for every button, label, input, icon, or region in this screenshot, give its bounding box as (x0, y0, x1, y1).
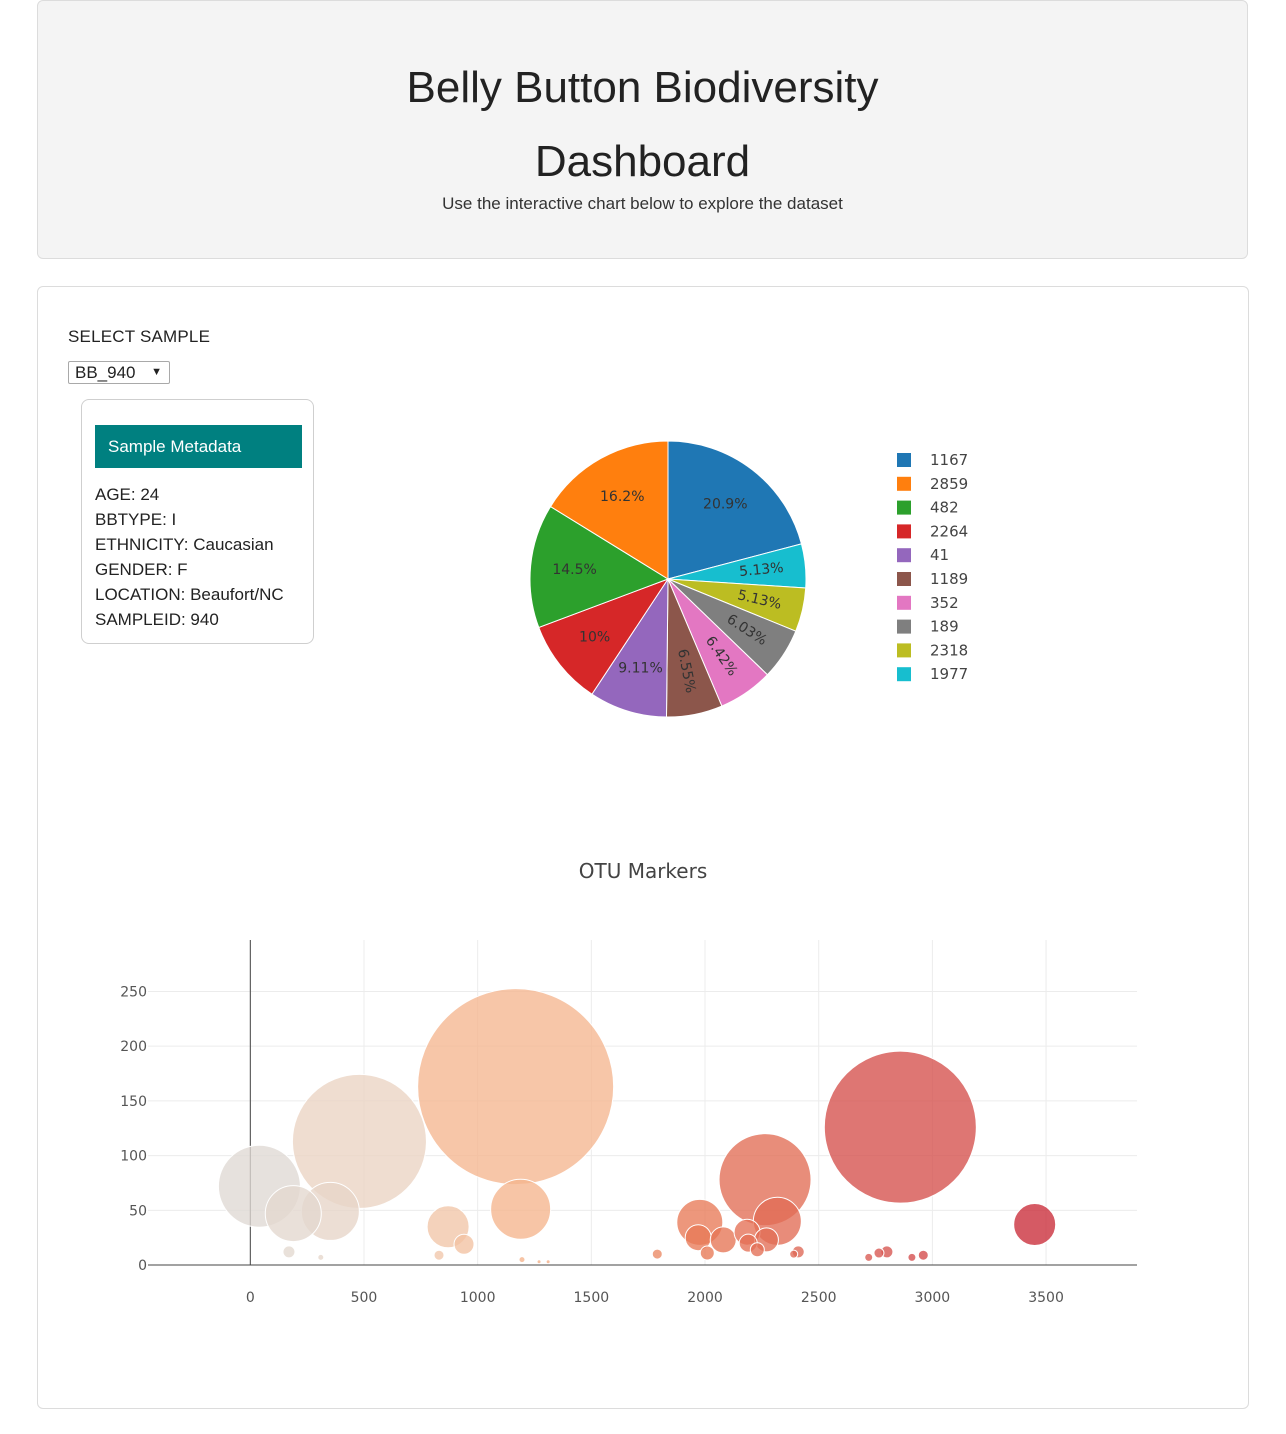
page-title-line-1: Belly Button Biodiversity (406, 63, 879, 112)
metadata-location: LOCATION: Beaufort/NC (95, 585, 284, 604)
bubble-marker[interactable] (864, 1252, 874, 1262)
legend-label-2264[interactable]: 2264 (930, 522, 968, 540)
bubble-marker[interactable] (317, 1253, 325, 1261)
bubble-marker[interactable] (709, 1226, 737, 1254)
legend-label-1167[interactable]: 1167 (930, 451, 968, 469)
bubble-marker[interactable] (651, 1248, 663, 1260)
select-sample-label: SELECT SAMPLE (68, 327, 211, 346)
y-tick-label: 100 (120, 1149, 147, 1165)
pie-slice-label-2264: 10% (579, 629, 610, 645)
pie-chart[interactable]: 20.9%5.13%5.13%6.03%6.42%6.55%9.11%10%14… (500, 420, 1020, 740)
legend-label-2859[interactable]: 2859 (930, 475, 968, 493)
sample-metadata-list: AGE: 24 BBTYPE: I ETHNICITY: Caucasian G… (95, 482, 284, 632)
bubble-marker[interactable] (264, 1185, 322, 1243)
header-jumbotron: Belly Button Biodiversity Dashboard Use … (37, 0, 1248, 259)
legend-label-482[interactable]: 482 (930, 499, 959, 517)
dropdown-arrow-icon: ▼ (151, 366, 162, 378)
bubble-marker[interactable] (699, 1245, 715, 1261)
bubble-marker[interactable] (282, 1245, 296, 1259)
pie-slice-label-41: 9.11% (618, 661, 662, 677)
pie-slice-label-1167: 20.9% (703, 497, 747, 513)
legend-swatch-2264[interactable] (897, 524, 911, 539)
legend-label-1189[interactable]: 1189 (930, 570, 968, 588)
bubble-marker[interactable] (490, 1178, 552, 1240)
x-tick-label: 1000 (460, 1290, 496, 1306)
bubble-marker[interactable] (749, 1242, 765, 1258)
metadata-gender: GENDER: F (95, 560, 188, 579)
bubble-marker[interactable] (789, 1249, 799, 1259)
legend-swatch-41[interactable] (897, 548, 911, 563)
x-tick-label: 2500 (801, 1290, 837, 1306)
legend-label-1977[interactable]: 1977 (930, 665, 968, 683)
legend-swatch-482[interactable] (897, 500, 911, 515)
page-title: Belly Button Biodiversity Dashboard (38, 51, 1247, 199)
legend-swatch-1189[interactable] (897, 572, 911, 586)
x-tick-label: 3000 (915, 1290, 951, 1306)
bubble-marker[interactable] (873, 1247, 885, 1259)
y-tick-label: 200 (120, 1039, 147, 1055)
y-tick-label: 150 (120, 1094, 147, 1110)
bubble-marker[interactable] (433, 1249, 445, 1261)
metadata-age: AGE: 24 (95, 485, 160, 504)
bubble-marker[interactable] (453, 1233, 475, 1255)
page-subtitle: Use the interactive chart below to explo… (442, 194, 843, 213)
x-tick-label: 1500 (574, 1290, 610, 1306)
sample-metadata-title: Sample Metadata (95, 425, 302, 468)
x-tick-label: 0 (246, 1290, 255, 1306)
bubble-marker[interactable] (545, 1259, 551, 1265)
legend-swatch-2318[interactable] (897, 643, 911, 658)
page-title-line-2: Dashboard (534, 137, 751, 186)
metadata-sampleid: SAMPLEID: 940 (95, 610, 219, 629)
metadata-ethnicity: ETHNICITY: Caucasian (95, 535, 274, 554)
y-tick-label: 50 (129, 1203, 147, 1219)
sample-metadata-panel: Sample Metadata AGE: 24 BBTYPE: I ETHNIC… (81, 399, 314, 644)
y-tick-label: 250 (120, 984, 147, 1000)
x-tick-label: 2000 (687, 1290, 723, 1306)
bubble-marker[interactable] (536, 1259, 542, 1265)
sample-select-value: BB_940 (75, 363, 136, 382)
pie-slice-label-2859: 16.2% (600, 489, 644, 505)
legend-swatch-1167[interactable] (897, 453, 911, 467)
sample-select[interactable]: BB_940 ▼ (68, 361, 170, 384)
legend-label-41[interactable]: 41 (930, 546, 949, 564)
bubble-marker[interactable] (823, 1050, 977, 1204)
x-tick-label: 500 (351, 1290, 378, 1306)
legend-swatch-189[interactable] (897, 619, 911, 634)
legend-label-352[interactable]: 352 (930, 594, 959, 612)
legend-label-2318[interactable]: 2318 (930, 641, 968, 659)
y-tick-label: 0 (138, 1258, 147, 1274)
legend-swatch-2859[interactable] (897, 476, 911, 491)
legend-swatch-352[interactable] (897, 595, 911, 610)
bubble-marker[interactable] (518, 1256, 526, 1264)
bubble-chart[interactable]: OTU Markers 0 500 1000 1500 2000 2500 3000 3500 0… (80, 840, 1200, 1320)
bubble-marker[interactable] (907, 1252, 917, 1262)
bubble-chart-title: OTU Markers (579, 859, 708, 883)
bubble-marker[interactable] (917, 1249, 929, 1261)
bubble-marker[interactable] (1013, 1203, 1057, 1247)
legend-label-189[interactable]: 189 (930, 618, 959, 636)
legend-swatch-1977[interactable] (897, 667, 911, 682)
pie-slice-label-482: 14.5% (552, 562, 596, 578)
x-tick-label: 3500 (1028, 1290, 1064, 1306)
bubble-marker[interactable] (417, 988, 615, 1186)
metadata-bbtype: BBTYPE: I (95, 510, 177, 529)
